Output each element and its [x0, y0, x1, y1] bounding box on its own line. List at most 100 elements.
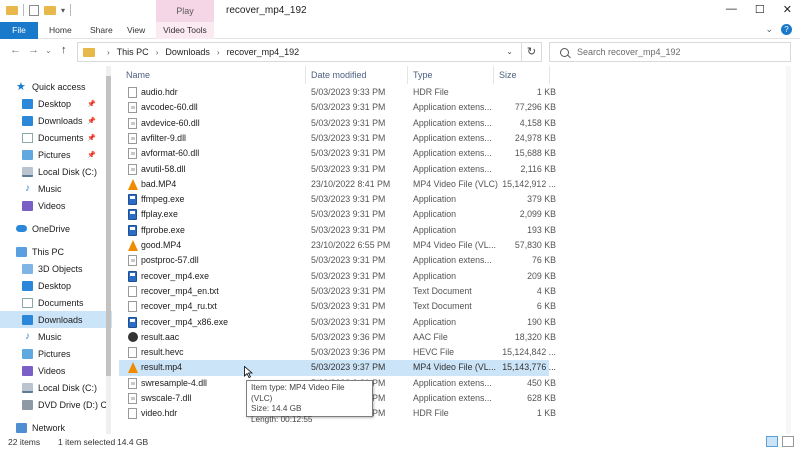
nav-music-quick[interactable]: ♪ Music [0, 180, 112, 197]
file-row[interactable]: result.mp4 5/03/2023 9:37 PM MP4 Video Fil… [119, 360, 556, 376]
address-bar[interactable]: › This PC › Downloads › recover_mp4_192 … [77, 42, 542, 62]
file-row[interactable]: avformat-60.dll 5/03/2023 9:31 PM Applicat… [119, 146, 556, 161]
tab-home[interactable]: Home [49, 22, 72, 39]
file-row[interactable]: recover_mp4_ru.txt 5/03/2023 9:31 PM Text … [119, 299, 556, 314]
nav-item-label: OneDrive [32, 223, 71, 234]
nav-quick-access[interactable]: ★ Quick access [16, 78, 106, 95]
chevron-right-icon[interactable]: › [217, 48, 220, 57]
tab-share[interactable]: Share [90, 22, 113, 39]
large-icons-view-icon[interactable] [782, 436, 794, 447]
file-row[interactable]: ffprobe.exe 5/03/2023 9:31 PM Application 1… [119, 223, 556, 238]
pin-icon[interactable]: 📌 [87, 151, 96, 159]
close-button[interactable]: ✕ [783, 3, 792, 16]
dll-file-icon [128, 255, 137, 267]
tab-view[interactable]: View [127, 22, 145, 39]
nav-videos-pc[interactable]: Videos [0, 362, 112, 379]
up-arrow-icon[interactable]: ↑ [61, 44, 67, 56]
txt-file-icon [128, 87, 137, 98]
tab-file[interactable]: File [0, 22, 38, 39]
file-list-scrollbar[interactable] [786, 66, 791, 434]
properties-icon[interactable] [29, 4, 39, 16]
details-view-icon[interactable] [766, 436, 778, 447]
file-row[interactable]: avdevice-60.dll 5/03/2023 9:31 PM Applicat… [119, 116, 556, 131]
window-title: recover_mp4_192 [226, 5, 307, 16]
nav-onedrive[interactable]: OneDrive [0, 220, 112, 237]
pin-icon[interactable]: 📌 [87, 134, 96, 142]
nav-item-label: Music [38, 331, 62, 342]
file-row[interactable]: result.hevc 5/03/2023 9:36 PM HEVC File 15,… [119, 345, 556, 360]
file-date: 5/03/2023 9:31 PM [311, 209, 386, 220]
maximize-button[interactable]: ☐ [755, 3, 765, 16]
file-row[interactable]: avutil-58.dll 5/03/2023 9:31 PM Applicatio… [119, 162, 556, 177]
chevron-down-icon[interactable]: ⌄ [506, 47, 513, 56]
back-arrow-icon[interactable]: ← [10, 44, 21, 56]
minimize-button[interactable]: — [726, 3, 737, 16]
nav-videos-quick[interactable]: Videos [0, 197, 112, 214]
nav-documents-quick[interactable]: Documents 📌 [0, 129, 112, 146]
expand-ribbon-icon[interactable]: ⌄ [765, 24, 773, 35]
breadcrumb-recover-mp4[interactable]: recover_mp4_192 [227, 47, 300, 57]
file-row[interactable]: ffplay.exe 5/03/2023 9:31 PM Application 2,… [119, 207, 556, 222]
file-date: 5/03/2023 9:37 PM [311, 362, 386, 373]
nav-local-disk-quick[interactable]: Local Disk (C:) [0, 163, 112, 180]
column-divider[interactable] [407, 66, 408, 84]
nav-documents-pc[interactable]: Documents [0, 294, 112, 311]
column-name[interactable]: Name [126, 70, 150, 80]
recent-locations-icon[interactable]: ⌄ [45, 46, 52, 55]
nav-3d-objects[interactable]: 3D Objects [0, 260, 112, 277]
nav-item-label: Quick access [32, 81, 86, 92]
file-row[interactable]: avfilter-9.dll 5/03/2023 9:31 PM Applicati… [119, 131, 556, 146]
file-date: 5/03/2023 9:31 PM [311, 148, 386, 159]
nav-desktop-pc[interactable]: Desktop [0, 277, 112, 294]
nav-downloads-quick[interactable]: Downloads 📌 [0, 112, 112, 129]
file-type: Application [413, 316, 457, 327]
file-row[interactable]: avcodec-60.dll 5/03/2023 9:31 PM Applicati… [119, 100, 556, 115]
breadcrumb-this-pc[interactable]: This PC [117, 47, 149, 57]
column-date[interactable]: Date modified [311, 70, 367, 80]
customize-toolbar-icon[interactable]: ▾ [61, 6, 65, 15]
chevron-right-icon[interactable]: › [107, 48, 110, 57]
tab-video-tools[interactable]: Video Tools [156, 22, 214, 39]
pin-icon[interactable]: 📌 [87, 117, 96, 125]
column-divider[interactable] [493, 66, 494, 84]
forward-arrow-icon[interactable]: → [28, 44, 39, 56]
column-size[interactable]: Size [499, 70, 517, 80]
new-folder-icon[interactable] [44, 5, 56, 15]
file-row[interactable]: bad.MP4 23/10/2022 8:41 PM MP4 Video File … [119, 177, 556, 192]
downloads-icon [22, 115, 33, 126]
file-row[interactable]: recover_mp4_en.txt 5/03/2023 9:31 PM Text … [119, 284, 556, 299]
refresh-icon[interactable]: ↻ [521, 43, 541, 61]
file-type: Application extens... [413, 148, 492, 159]
file-row[interactable]: recover_mp4.exe 5/03/2023 9:31 PM Applicat… [119, 269, 556, 284]
column-type[interactable]: Type [413, 70, 433, 80]
nav-pictures-quick[interactable]: Pictures 📌 [0, 146, 112, 163]
chevron-right-icon[interactable]: › [156, 48, 159, 57]
play-contextual-tab[interactable]: Play [156, 0, 214, 22]
scrollbar-thumb[interactable] [106, 76, 111, 376]
file-row[interactable]: result.aac 5/03/2023 9:36 PM AAC File 18,32… [119, 330, 556, 345]
nav-local-disk-pc[interactable]: Local Disk (C:) [0, 379, 112, 396]
column-divider[interactable] [305, 66, 306, 84]
file-row[interactable]: recover_mp4_x86.exe 5/03/2023 9:31 PM Appl… [119, 315, 556, 330]
nav-this-pc[interactable]: This PC [0, 243, 112, 260]
nav-desktop[interactable]: Desktop 📌 [0, 95, 112, 112]
nav-music-pc[interactable]: ♪ Music [0, 328, 112, 345]
pin-icon[interactable]: 📌 [87, 100, 96, 108]
nav-dvd-drive[interactable]: DVD Drive (D:) C [0, 396, 112, 413]
file-row[interactable]: good.MP4 23/10/2022 6:55 PM MP4 Video File… [119, 238, 556, 253]
file-row[interactable]: postproc-57.dll 5/03/2023 9:31 PM Applicat… [119, 253, 556, 268]
breadcrumb-downloads[interactable]: Downloads [165, 47, 210, 57]
search-box[interactable]: Search recover_mp4_192 [549, 42, 791, 62]
file-name: postproc-57.dll [141, 255, 199, 266]
exe-file-icon [128, 194, 137, 206]
search-placeholder[interactable]: Search recover_mp4_192 [577, 47, 681, 57]
file-row[interactable]: ffmpeg.exe 5/03/2023 9:31 PM Application 37… [119, 192, 556, 207]
nav-pictures-pc[interactable]: Pictures [0, 345, 112, 362]
nav-item-label: Downloads [38, 115, 83, 126]
file-row[interactable]: audio.hdr 5/03/2023 9:33 PM HDR File 1 KB [119, 85, 556, 100]
help-icon[interactable]: ? [781, 24, 792, 35]
nav-downloads-pc[interactable]: Downloads [0, 311, 112, 328]
file-date: 5/03/2023 9:31 PM [311, 270, 386, 281]
column-divider[interactable] [549, 66, 550, 84]
nav-scrollbar[interactable] [106, 66, 111, 434]
